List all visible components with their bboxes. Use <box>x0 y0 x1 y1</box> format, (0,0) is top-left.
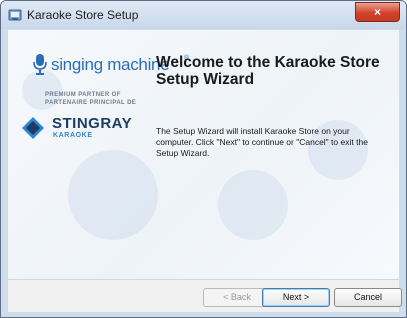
setup-window: Karaoke Store Setup × singing machine ® … <box>0 0 407 318</box>
stingray-icon <box>22 117 44 139</box>
wizard-body: singing machine ® PREMIUM PARTNER OF PAR… <box>8 30 399 279</box>
partner-line-fr: PARTENAIRE PRINCIPAL DE <box>45 100 137 106</box>
window-title: Karaoke Store Setup <box>27 8 139 22</box>
next-button[interactable]: Next > <box>262 288 330 307</box>
cancel-button[interactable]: Cancel <box>334 288 402 307</box>
close-button[interactable]: × <box>355 2 400 22</box>
partner-caption: PREMIUM PARTNER OF PARTENAIRE PRINCIPAL … <box>45 91 136 107</box>
installer-icon <box>8 9 22 21</box>
singing-machine-logo: singing machine <box>51 55 170 74</box>
title-bar[interactable]: Karaoke Store Setup × <box>1 1 406 29</box>
background-bubble <box>68 150 158 240</box>
background-bubble <box>218 170 288 240</box>
close-icon: × <box>373 5 381 19</box>
welcome-description: The Setup Wizard will install Karaoke St… <box>156 126 368 158</box>
partner-line-en: PREMIUM PARTNER OF <box>45 92 121 98</box>
back-button: < Back <box>203 288 271 307</box>
stingray-karaoke-label: KARAOKE <box>53 132 93 139</box>
stingray-logo: STINGRAY <box>52 115 133 132</box>
button-bar: < Back Next > Cancel <box>8 279 402 312</box>
welcome-heading: Welcome to the Karaoke Store Setup Wizar… <box>156 54 380 88</box>
microphone-icon <box>33 54 47 75</box>
